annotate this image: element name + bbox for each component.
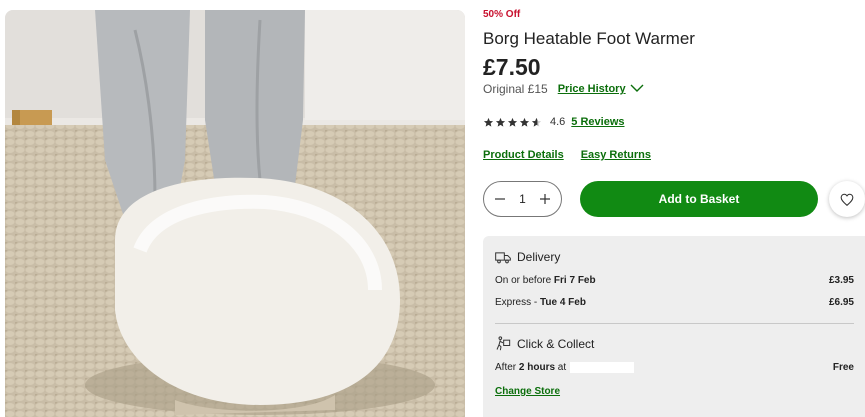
click-collect-suffix: at: [555, 362, 567, 374]
price-history-link[interactable]: Price History: [558, 83, 644, 95]
store-name-box: [570, 362, 635, 373]
product-image[interactable]: [5, 10, 465, 417]
delivery-heading: Delivery: [495, 250, 560, 264]
delivery-panel: Delivery On or before Fri 7 Feb £3.95 Ex…: [483, 236, 865, 417]
delivery-heading-label: Delivery: [517, 250, 561, 264]
easy-returns-link[interactable]: Easy Returns: [581, 149, 651, 161]
delivery-option-date: Fri 7 Feb: [553, 275, 596, 286]
delivery-option-express: Express - Tue 4 Feb £6.95: [495, 297, 854, 308]
star-icon: [519, 117, 530, 127]
click-collect-heading-label: Click & Collect: [517, 336, 595, 351]
delivery-option-label: On or before Fri 7 Feb: [495, 275, 596, 286]
click-collect-prefix: After: [495, 362, 519, 374]
original-price: Original £15: [483, 82, 548, 96]
delivery-option-label: Express - Tue 4 Feb: [495, 297, 586, 308]
delivery-option-price: £3.95: [828, 275, 854, 286]
delivery-truck-icon: [495, 251, 511, 263]
quantity-value[interactable]: 1: [519, 192, 526, 206]
original-price-row: Original £15 Price History: [483, 82, 644, 96]
current-price: £7.50: [483, 54, 541, 80]
add-to-basket-button[interactable]: Add to Basket: [580, 181, 818, 217]
rating-row: 4.6 5 Reviews: [483, 116, 625, 128]
delivery-option-prefix: On or before: [495, 275, 554, 286]
product-links: Product Details Easy Returns: [483, 149, 651, 161]
click-collect-label: After 2 hours at: [495, 362, 635, 374]
star-icon: [495, 117, 506, 127]
click-collect-time: 2 hours: [518, 362, 556, 374]
price-history-label: Price History: [557, 83, 626, 95]
half-star-icon: [531, 117, 542, 127]
chevron-down-icon: [630, 83, 644, 95]
product-details-link[interactable]: Product Details: [483, 149, 564, 161]
click-collect-icon: [496, 336, 511, 351]
star-icon: [483, 117, 494, 127]
quantity-stepper: 1: [483, 181, 562, 217]
change-store-link[interactable]: Change Store: [495, 386, 560, 397]
click-collect-price: Free: [832, 362, 854, 373]
click-collect-heading: Click & Collect: [495, 336, 594, 351]
product-info: 50% Off Borg Heatable Foot Warmer £7.50 …: [483, 0, 865, 417]
star-icon: [507, 117, 518, 127]
click-collect-row: After 2 hours at Free: [495, 362, 854, 373]
reviews-link[interactable]: 5 Reviews: [571, 116, 624, 128]
divider: [495, 323, 854, 324]
delivery-option-date: Tue 4 Feb: [540, 297, 586, 308]
delivery-option-price: £6.95: [828, 297, 854, 308]
delivery-option-prefix: Express -: [495, 297, 541, 308]
rating-value: 4.6: [550, 116, 566, 128]
star-rating: [483, 117, 542, 128]
product-photo: [5, 10, 465, 417]
heart-icon: [840, 193, 854, 206]
product-title: Borg Heatable Foot Warmer: [483, 29, 695, 48]
minus-icon[interactable]: [493, 192, 507, 206]
plus-icon[interactable]: [538, 192, 552, 206]
wishlist-button[interactable]: [829, 181, 865, 217]
discount-badge: 50% Off: [483, 9, 521, 20]
delivery-option-standard: On or before Fri 7 Feb £3.95: [495, 275, 854, 286]
